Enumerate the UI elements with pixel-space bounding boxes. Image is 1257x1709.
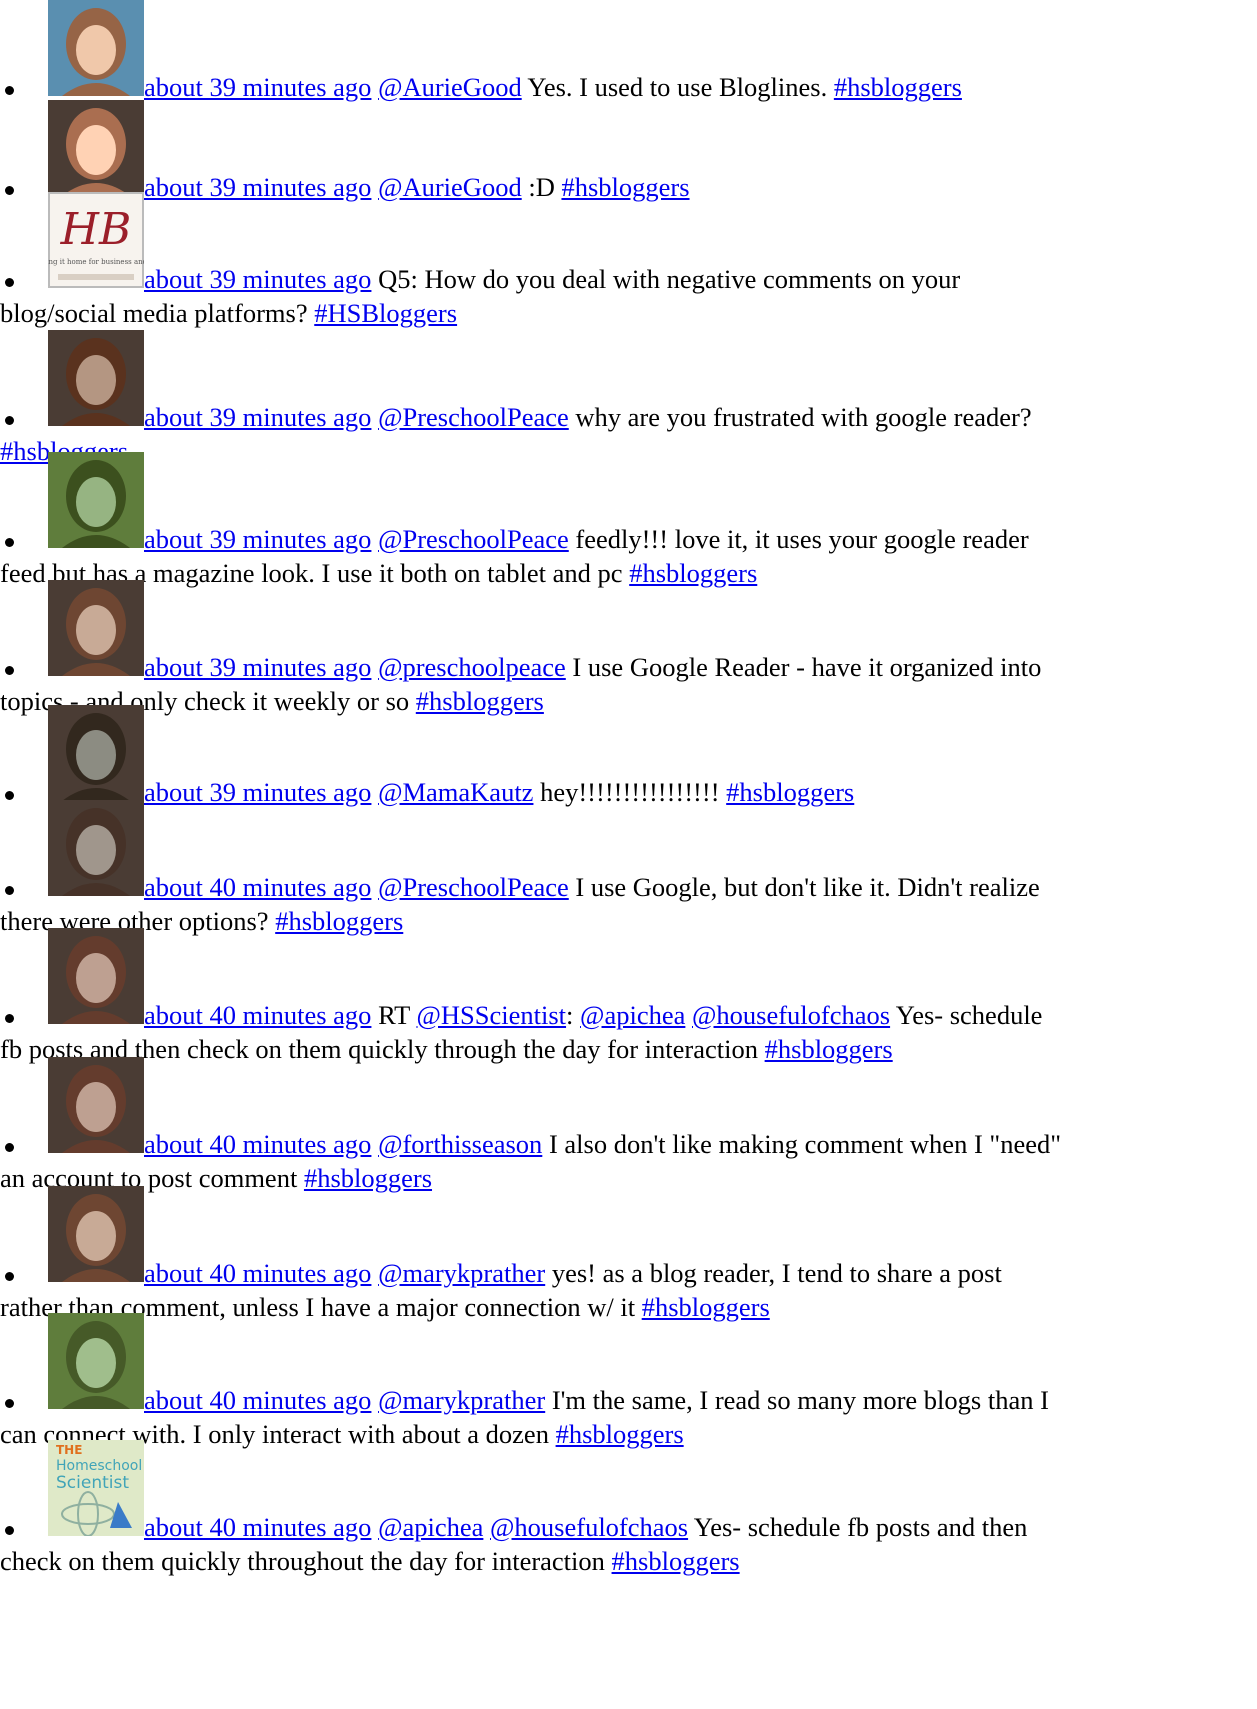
- mention-link[interactable]: @HSScientist: [416, 1000, 566, 1030]
- mention-link[interactable]: @forthisseason: [378, 1129, 542, 1159]
- homeschool-scientist-logo-avatar[interactable]: THE Homeschool Scientist: [48, 1440, 144, 1536]
- timestamp-link[interactable]: about 40 minutes ago: [144, 1512, 371, 1542]
- mention-link[interactable]: @AurieGood: [378, 72, 522, 102]
- woman-portrait-avatar[interactable]: [48, 1186, 144, 1282]
- timestamp-link[interactable]: about 40 minutes ago: [144, 1129, 371, 1159]
- tweet-list-item: about 39 minutes ago @preschoolpeace I u…: [0, 580, 1257, 718]
- tweet-text: Yes- schedule fb posts and then: [688, 1512, 1028, 1542]
- bullet-icon: [5, 886, 14, 895]
- timestamp-link[interactable]: about 39 minutes ago: [144, 524, 371, 554]
- timestamp-link[interactable]: about 40 minutes ago: [144, 872, 371, 902]
- woman-portrait-avatar[interactable]: [48, 580, 144, 676]
- timestamp-link[interactable]: about 40 minutes ago: [144, 1000, 371, 1030]
- tweet-text: Yes. I used to use Bloglines.: [521, 72, 834, 102]
- timestamp-link[interactable]: about 39 minutes ago: [144, 402, 371, 432]
- tweet-text: why are you frustrated with google reade…: [568, 402, 1032, 432]
- bullet-icon: [5, 791, 14, 800]
- tweet-text: Yes- schedule: [890, 1000, 1043, 1030]
- tweet-list-item: about 39 minutes ago @PreschoolPeace fee…: [0, 452, 1257, 590]
- woman-portrait-avatar[interactable]: [48, 705, 144, 801]
- tweet-list-item: THE Homeschool Scientist about 40 minutes a…: [0, 1440, 1257, 1578]
- tweet-list-item: about 40 minutes ago @forthisseason I al…: [0, 1057, 1257, 1195]
- timestamp-link[interactable]: about 40 minutes ago: [144, 1385, 371, 1415]
- woman-portrait-avatar[interactable]: [48, 100, 144, 196]
- svg-text:Scientist: Scientist: [56, 1473, 129, 1493]
- mention-link[interactable]: @PreschoolPeace: [378, 402, 569, 432]
- woman-portrait-avatar[interactable]: [48, 452, 144, 548]
- timestamp-link[interactable]: about 39 minutes ago: [144, 264, 371, 294]
- tweet-text: check on them quickly throughout the day…: [0, 1546, 612, 1576]
- bullet-icon: [5, 416, 14, 425]
- bullet-icon: [5, 1014, 14, 1023]
- tweet-list-item: about 40 minutes ago @marykprather yes! …: [0, 1186, 1257, 1324]
- mention-link[interactable]: @preschoolpeace: [378, 652, 566, 682]
- bullet-icon: [5, 1526, 14, 1535]
- tweet-text: RT: [371, 1000, 417, 1030]
- tweet-text: [685, 1000, 692, 1030]
- bullet-icon: [5, 666, 14, 675]
- tweet-list-item: about 40 minutes ago RT @HSScientist: @a…: [0, 928, 1257, 1066]
- woman-portrait-avatar[interactable]: [48, 928, 144, 1024]
- timestamp-link[interactable]: about 39 minutes ago: [144, 72, 371, 102]
- tweet-text: Q5: How do you deal with negative commen…: [371, 264, 967, 294]
- hashtag-link[interactable]: #hsbloggers: [612, 1546, 740, 1576]
- hb-logo-letters: HB: [60, 204, 132, 255]
- tweet-text: :: [566, 1000, 581, 1030]
- tweet-list-item: about 40 minutes ago @marykprather I'm t…: [0, 1313, 1257, 1451]
- mention-link[interactable]: @apichea: [580, 1000, 685, 1030]
- tweet-text: I also don't like making comment when I …: [542, 1129, 1062, 1159]
- woman-portrait-avatar[interactable]: [48, 330, 144, 426]
- tweet-text: I use Google, but don't like it. Didn't …: [568, 872, 1040, 902]
- bullet-icon: [5, 86, 14, 95]
- mention-link[interactable]: @PreschoolPeace: [378, 524, 569, 554]
- bullet-icon: [5, 1399, 14, 1408]
- timestamp-link[interactable]: about 39 minutes ago: [144, 652, 371, 682]
- tweet-text: feedly!!! love it, it uses your google r…: [568, 524, 1029, 554]
- tweet-list-item: HB bringing it home for business and blog…: [0, 192, 1257, 330]
- woman-portrait-avatar[interactable]: [48, 800, 144, 896]
- mention-link[interactable]: @PreschoolPeace: [378, 872, 569, 902]
- mention-link[interactable]: @housefulofchaos: [692, 1000, 890, 1030]
- woman-portrait-avatar[interactable]: [48, 0, 144, 96]
- mention-link[interactable]: @housefulofchaos: [490, 1512, 688, 1542]
- woman-portrait-avatar[interactable]: [48, 1313, 144, 1409]
- tweet-list-item: about 39 minutes ago @AurieGood Yes. I u…: [0, 0, 1257, 104]
- tweet-list-item: about 40 minutes ago @PreschoolPeace I u…: [0, 800, 1257, 938]
- bullet-icon: [5, 278, 14, 287]
- svg-text:bringing it home for business: bringing it home for business and blog: [48, 258, 144, 266]
- mention-link[interactable]: @apichea: [378, 1512, 483, 1542]
- hashtag-link[interactable]: #hsbloggers: [834, 72, 962, 102]
- timestamp-link[interactable]: about 40 minutes ago: [144, 1258, 371, 1288]
- bullet-icon: [5, 538, 14, 547]
- woman-portrait-avatar[interactable]: [48, 1057, 144, 1153]
- hb-logo-avatar[interactable]: HB bringing it home for business and blog: [48, 192, 144, 288]
- tweet-text: I use Google Reader - have it organized …: [565, 652, 1042, 682]
- tweet-text: yes! as a blog reader, I tend to share a…: [545, 1258, 1002, 1288]
- bullet-icon: [5, 1272, 14, 1281]
- tweet-list-item: about 39 minutes ago @AurieGood :D #hsbl…: [0, 100, 1257, 204]
- tweet-text: blog/social media platforms?: [0, 298, 315, 328]
- mention-link[interactable]: @marykprather: [378, 1385, 545, 1415]
- tweet-list-item: about 39 minutes ago @MamaKautz hey!!!!!…: [0, 705, 1257, 809]
- tweet-text: I'm the same, I read so many more blogs …: [545, 1385, 1049, 1415]
- bullet-icon: [5, 1143, 14, 1152]
- tweet-list-item: about 39 minutes ago @PreschoolPeace why…: [0, 330, 1257, 468]
- svg-text:Homeschool: Homeschool: [56, 1458, 142, 1474]
- mention-link[interactable]: @marykprather: [378, 1258, 545, 1288]
- svg-text:THE: THE: [56, 1443, 82, 1457]
- hashtag-link[interactable]: #HSBloggers: [314, 298, 457, 328]
